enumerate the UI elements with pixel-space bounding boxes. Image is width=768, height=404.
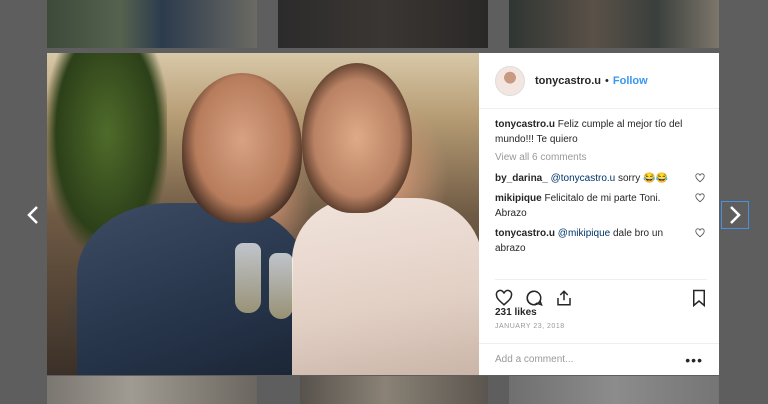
comment-item: mikipique Felicitalo de mi parte Toni. A… bbox=[495, 191, 705, 221]
caption-username[interactable]: tonycastro.u bbox=[495, 119, 555, 130]
bookmark-icon[interactable] bbox=[691, 289, 707, 307]
post-header: tonycastro.u • Follow bbox=[479, 53, 719, 109]
comment-mention[interactable]: @tonycastro.u bbox=[551, 173, 616, 184]
heart-icon[interactable] bbox=[695, 173, 705, 183]
previous-post-button[interactable] bbox=[20, 202, 46, 228]
separator-dot: • bbox=[605, 74, 609, 87]
comment-username[interactable]: by_darina_ bbox=[495, 173, 548, 184]
comment-icon[interactable] bbox=[525, 289, 543, 307]
view-all-comments-link[interactable]: View all 6 comments bbox=[495, 152, 705, 163]
share-icon[interactable] bbox=[555, 289, 573, 307]
add-comment-bar: Add a comment... ••• bbox=[479, 343, 719, 375]
photo-champagne-glass bbox=[235, 243, 261, 313]
post-modal: tonycastro.u • Follow tonycastro.u Feliz… bbox=[47, 53, 719, 375]
post-photo[interactable] bbox=[47, 53, 479, 375]
next-post-button[interactable] bbox=[721, 201, 749, 229]
photo-person-left bbox=[182, 73, 302, 223]
comment-text: sorry 😂😂 bbox=[615, 173, 668, 184]
comment-item: tonycastro.u @mikipique dale bro un abra… bbox=[495, 226, 705, 256]
grid-thumbnail[interactable] bbox=[47, 0, 257, 48]
caption: tonycastro.u Feliz cumple al mejor tío d… bbox=[495, 117, 705, 147]
comment-username[interactable]: mikipique bbox=[495, 193, 542, 204]
header-username[interactable]: tonycastro.u bbox=[535, 75, 601, 87]
follow-button[interactable]: Follow bbox=[613, 75, 648, 87]
heart-icon[interactable] bbox=[495, 289, 513, 307]
action-bar bbox=[495, 279, 707, 310]
more-options-button[interactable]: ••• bbox=[685, 352, 703, 368]
comments-list: tonycastro.u Feliz cumple al mejor tío d… bbox=[495, 117, 705, 261]
comment-mention[interactable]: @mikipique bbox=[558, 228, 610, 239]
post-date: JANUARY 23, 2018 bbox=[495, 323, 565, 330]
chevron-right-icon bbox=[730, 206, 741, 224]
grid-thumbnail[interactable] bbox=[300, 376, 488, 404]
heart-icon[interactable] bbox=[695, 228, 705, 238]
likes-count[interactable]: 231 likes bbox=[495, 307, 537, 318]
photo-champagne-glass bbox=[269, 253, 293, 319]
comment-item: by_darina_ @tonycastro.u sorry 😂😂 bbox=[495, 171, 705, 186]
chevron-left-icon bbox=[27, 206, 38, 224]
grid-thumbnail[interactable] bbox=[509, 0, 719, 48]
grid-thumbnail[interactable] bbox=[278, 0, 488, 48]
photo-person-right bbox=[302, 63, 412, 213]
comment-username[interactable]: tonycastro.u bbox=[495, 228, 555, 239]
avatar[interactable] bbox=[495, 65, 525, 96]
add-comment-input[interactable]: Add a comment... bbox=[495, 354, 685, 365]
post-sidebar: tonycastro.u • Follow tonycastro.u Feliz… bbox=[479, 53, 719, 375]
heart-icon[interactable] bbox=[695, 193, 705, 203]
grid-thumbnail[interactable] bbox=[509, 376, 719, 404]
photo-person-right-shirt bbox=[292, 198, 479, 375]
grid-thumbnail[interactable] bbox=[47, 376, 257, 404]
